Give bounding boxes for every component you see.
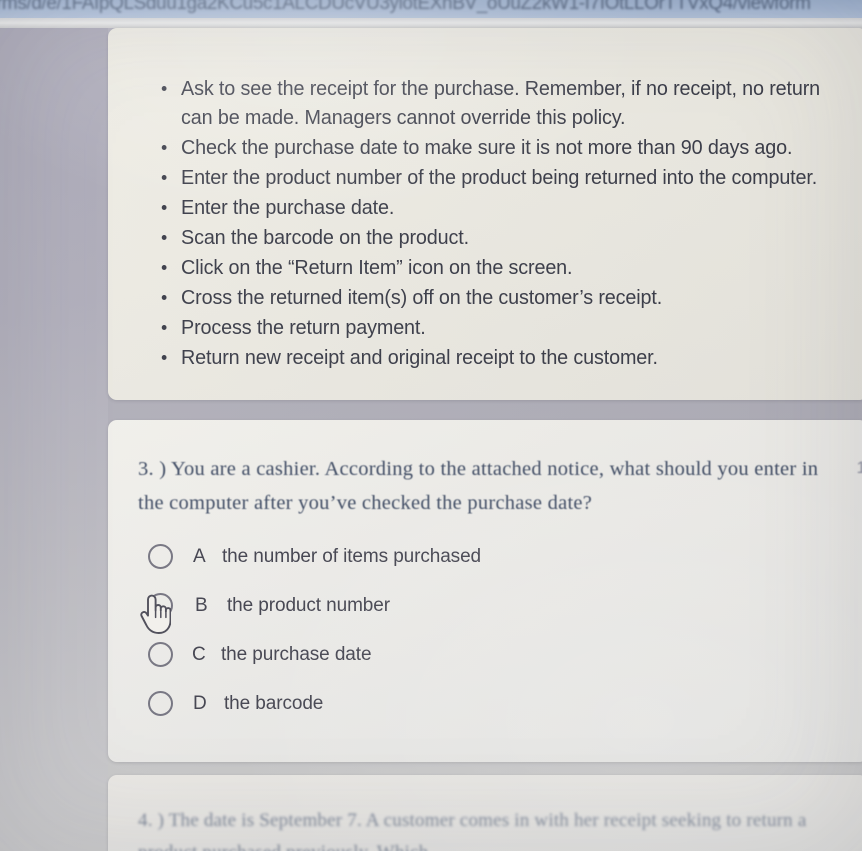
list-item: Cross the returned item(s) off on the cu… (154, 283, 843, 312)
attached-notice-card: Ask to see the receipt for the purchase.… (108, 28, 862, 400)
list-item: Enter the product number of the product … (154, 163, 843, 192)
radio-button-b-icon[interactable] (148, 593, 173, 618)
question-3-card: 3. ) You are a cashier. According to the… (108, 420, 862, 762)
radio-button-d-icon[interactable] (148, 691, 173, 716)
question-4-card: 4. ) The date is September 7. A customer… (108, 775, 862, 851)
browser-chrome-edge (0, 18, 862, 28)
radio-button-a-icon[interactable] (148, 544, 173, 569)
list-item: Check the purchase date to make sure it … (154, 133, 843, 162)
option-b[interactable]: B the product number (138, 581, 778, 630)
list-item: Return new receipt and original receipt … (154, 343, 843, 372)
list-item: Ask to see the receipt for the purchase.… (154, 74, 843, 132)
question-3-stem: 3. ) You are a cashier. According to the… (138, 458, 819, 514)
option-b-label: the product number (227, 594, 390, 616)
option-a-label: the number of items purchased (222, 545, 482, 567)
list-item: Process the return payment. (154, 313, 843, 342)
list-item: Scan the barcode on the product. (154, 223, 843, 252)
question-3-points: 1 (856, 458, 862, 477)
option-d-label: the barcode (224, 692, 324, 714)
question-4-stem: 4. ) The date is September 7. A customer… (138, 810, 807, 851)
return-policy-bullet-list: Ask to see the receipt for the purchase.… (154, 74, 862, 373)
page-left-gutter (0, 22, 108, 851)
url-text: rms/d/e/1FAIpQLSduu1ga2KCu5c1ALCDUcVU3yl… (0, 0, 811, 14)
option-a-letter: A (193, 545, 206, 567)
radio-button-c-icon[interactable] (148, 642, 173, 667)
option-d[interactable]: D the barcode (138, 679, 778, 728)
option-d-letter: D (193, 692, 207, 714)
option-c-label: the purchase date (221, 643, 372, 665)
option-a[interactable]: A the number of items purchased (138, 532, 778, 581)
option-c[interactable]: C the purchase date (138, 630, 778, 679)
option-b-letter: B (195, 594, 208, 616)
list-item: Enter the purchase date. (154, 193, 843, 222)
question-3-options: A the number of items purchased B the pr… (138, 532, 778, 728)
list-item: Click on the “Return Item” icon on the s… (154, 253, 843, 282)
option-c-letter: C (192, 643, 206, 665)
